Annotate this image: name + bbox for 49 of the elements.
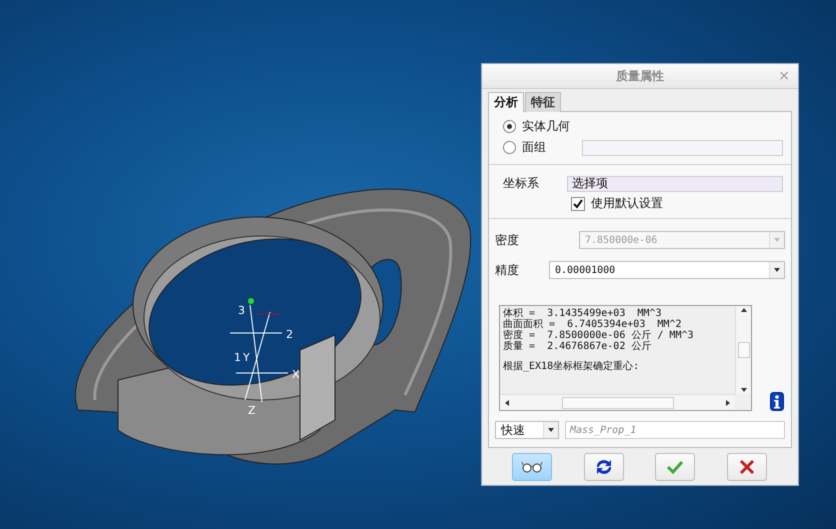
checkbox-label: 使用默认设置 <box>591 195 663 212</box>
info-icon[interactable] <box>770 392 784 411</box>
close-icon <box>738 459 755 475</box>
selection-field[interactable]: 选择项 <box>567 176 783 192</box>
scroll-down-icon <box>740 386 748 394</box>
field-label: 密度 <box>495 232 519 248</box>
radio-label: 实体几何 <box>522 118 570 135</box>
scrollbar-thumb[interactable] <box>738 342 750 358</box>
radio-button[interactable] <box>503 141 516 154</box>
axis-label: 2 <box>286 328 293 341</box>
name-field[interactable]: Mass_Prop_1 <box>565 421 785 439</box>
glasses-icon <box>521 461 543 473</box>
axis-label: 3 <box>238 304 245 317</box>
scroll-up-icon <box>740 306 748 314</box>
axis-label: Z <box>248 404 256 417</box>
caret-icon <box>773 236 781 244</box>
mode-dropdown[interactable]: 快速 <box>495 421 559 439</box>
caret-icon <box>547 426 555 434</box>
horizontal-scrollbar[interactable] <box>500 394 735 410</box>
density-dropdown: 7.850000e-06 <box>579 231 785 249</box>
repeat-button[interactable] <box>584 453 624 481</box>
vertical-scrollbar[interactable] <box>735 306 751 394</box>
scrollbar-thumb[interactable] <box>562 396 674 408</box>
result-line: 体积 = 3.1435499e+03 MM^3 <box>503 308 662 319</box>
result-line: 密度 = 7.8500000e-06 公斤 / MM^3 <box>503 330 695 341</box>
input-field[interactable] <box>582 140 783 156</box>
checkbox[interactable] <box>571 196 585 210</box>
scroll-right-icon <box>724 398 732 406</box>
caret-icon <box>773 266 781 274</box>
axis-label: Y <box>243 351 250 364</box>
axis-label: 1 <box>234 351 241 364</box>
result-line: 曲面面积 = 6.7405394e+03 MM^2 <box>503 319 682 330</box>
tab[interactable]: 特征 <box>525 92 561 112</box>
tab[interactable]: 分析 <box>488 92 524 112</box>
field-label: 精度 <box>495 262 519 278</box>
ok-button[interactable] <box>655 453 696 481</box>
window-title: 质量属性 <box>616 68 664 84</box>
radio-label: 面组 <box>522 139 546 156</box>
scroll-left-icon <box>503 398 511 406</box>
axis-label: X <box>292 368 300 381</box>
result-line: 根据_EX18坐标框架确定重心: <box>503 361 640 372</box>
precision-dropdown[interactable]: 0.00001000 <box>549 261 785 279</box>
preview-button[interactable] <box>512 453 552 481</box>
result-line: 质量 = 2.4676867e-02 公斤 <box>503 341 652 352</box>
cancel-button[interactable] <box>726 453 767 481</box>
checkmark-icon <box>666 460 684 474</box>
checkmark-icon <box>573 198 583 208</box>
radio-button[interactable] <box>503 120 516 133</box>
field-label: 坐标系 <box>503 175 539 192</box>
